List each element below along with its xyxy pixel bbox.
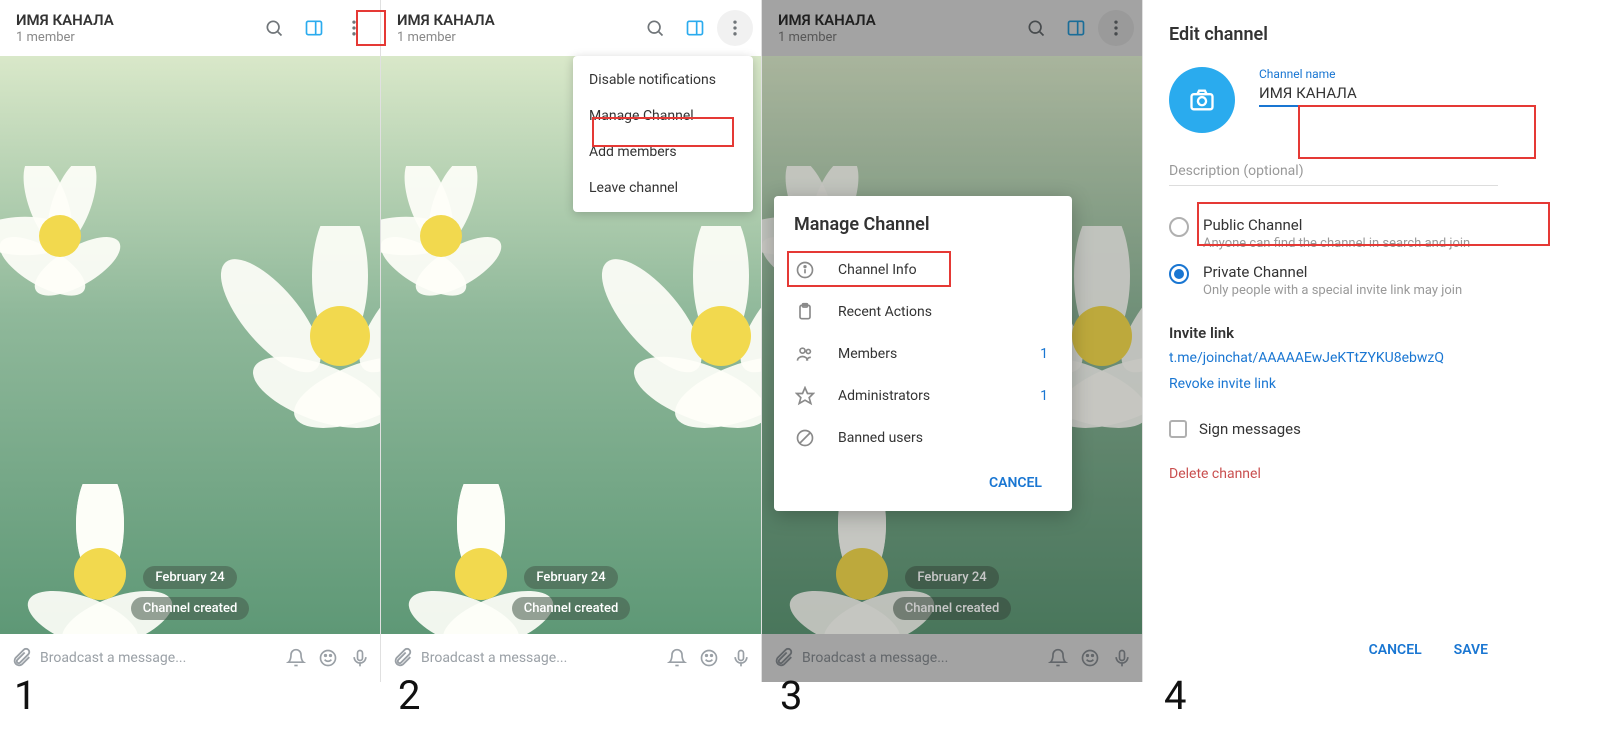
menu-add-members[interactable]: Add members: [573, 134, 753, 170]
admins-count: 1: [1040, 388, 1048, 404]
context-menu: Disable notifications Manage Channel Add…: [573, 56, 753, 212]
cancel-button[interactable]: CANCEL: [979, 469, 1052, 497]
system-message: Channel created: [131, 597, 250, 620]
description-input[interactable]: [1169, 159, 1498, 186]
chat-header: ИМЯ КАНАЛА 1 member: [0, 0, 380, 56]
name-field-label: Channel name: [1259, 67, 1498, 81]
mic-icon[interactable]: [350, 648, 370, 668]
row-administrators[interactable]: Administrators 1: [774, 375, 1072, 417]
clipboard-icon: [794, 301, 816, 323]
delete-channel-link[interactable]: Delete channel: [1169, 466, 1498, 482]
search-icon[interactable]: [637, 10, 673, 46]
notifications-icon[interactable]: [286, 648, 306, 668]
step-1-label: 1: [14, 672, 36, 719]
step-3-label: 3: [780, 672, 802, 719]
members-count: 1: [1040, 346, 1048, 362]
chat-background: February 24 Channel created: [0, 56, 380, 634]
radio-icon: [1169, 217, 1189, 237]
channel-photo-button[interactable]: [1169, 67, 1235, 133]
system-message: Channel created: [512, 597, 631, 620]
emoji-icon[interactable]: [699, 648, 719, 668]
menu-leave-channel[interactable]: Leave channel: [573, 170, 753, 206]
private-channel-radio[interactable]: Private Channel Only people with a speci…: [1169, 257, 1498, 304]
sign-messages-checkbox[interactable]: [1169, 420, 1187, 438]
step1-panel: ИМЯ КАНАЛА 1 member February 24 Channel …: [0, 0, 381, 682]
ban-icon: [794, 427, 816, 449]
modal-title: Manage Channel: [774, 196, 1072, 249]
message-input[interactable]: [421, 650, 659, 666]
edit-title: Edit channel: [1169, 24, 1498, 45]
more-menu-icon[interactable]: [717, 10, 753, 46]
menu-disable-notifications[interactable]: Disable notifications: [573, 62, 753, 98]
members-icon: [794, 343, 816, 365]
channel-title[interactable]: ИМЯ КАНАЛА: [16, 11, 256, 29]
row-recent-actions[interactable]: Recent Actions: [774, 291, 1072, 333]
edit-channel-panel: Edit channel Channel name Public Channel…: [1143, 0, 1524, 682]
search-icon[interactable]: [256, 10, 292, 46]
date-badge: February 24: [524, 566, 617, 589]
invite-link[interactable]: t.me/joinchat/AAAAAEwJeKTtZYKU8ebwzQ: [1169, 350, 1498, 366]
message-input-bar: [0, 634, 380, 682]
step3-panel: ИМЯ КАНАЛА 1 member February 24 Channel …: [762, 0, 1143, 682]
row-members[interactable]: Members 1: [774, 333, 1072, 375]
attach-icon[interactable]: [10, 647, 32, 669]
step-4-label: 4: [1164, 672, 1186, 719]
channel-title[interactable]: ИМЯ КАНАЛА: [397, 11, 637, 29]
mic-icon[interactable]: [731, 648, 751, 668]
invite-link-label: Invite link: [1169, 324, 1498, 342]
public-channel-radio[interactable]: Public Channel Anyone can find the chann…: [1169, 210, 1498, 257]
emoji-icon[interactable]: [318, 648, 338, 668]
save-button[interactable]: SAVE: [1444, 636, 1498, 664]
step2-panel: ИМЯ КАНАЛА 1 member February 24 Channel …: [381, 0, 762, 682]
radio-checked-icon: [1169, 264, 1189, 284]
step-2-label: 2: [398, 672, 420, 719]
date-badge: February 24: [143, 566, 236, 589]
more-menu-icon[interactable]: [336, 10, 372, 46]
member-count: 1 member: [16, 30, 256, 45]
sidebar-toggle-icon[interactable]: [677, 10, 713, 46]
menu-manage-channel[interactable]: Manage Channel: [573, 98, 753, 134]
message-input[interactable]: [40, 650, 278, 666]
row-banned-users[interactable]: Banned users: [774, 417, 1072, 459]
star-icon: [794, 385, 816, 407]
info-icon: [794, 259, 816, 281]
member-count: 1 member: [397, 30, 637, 45]
sign-label: Sign messages: [1199, 420, 1301, 438]
revoke-link[interactable]: Revoke invite link: [1169, 376, 1498, 392]
notifications-icon[interactable]: [667, 648, 687, 668]
channel-name-input[interactable]: [1259, 81, 1498, 107]
row-channel-info[interactable]: Channel Info: [774, 249, 1072, 291]
cancel-button[interactable]: CANCEL: [1359, 636, 1432, 664]
attach-icon[interactable]: [391, 647, 413, 669]
manage-channel-modal: Manage Channel Channel Info Recent Actio…: [774, 196, 1072, 511]
sidebar-toggle-icon[interactable]: [296, 10, 332, 46]
